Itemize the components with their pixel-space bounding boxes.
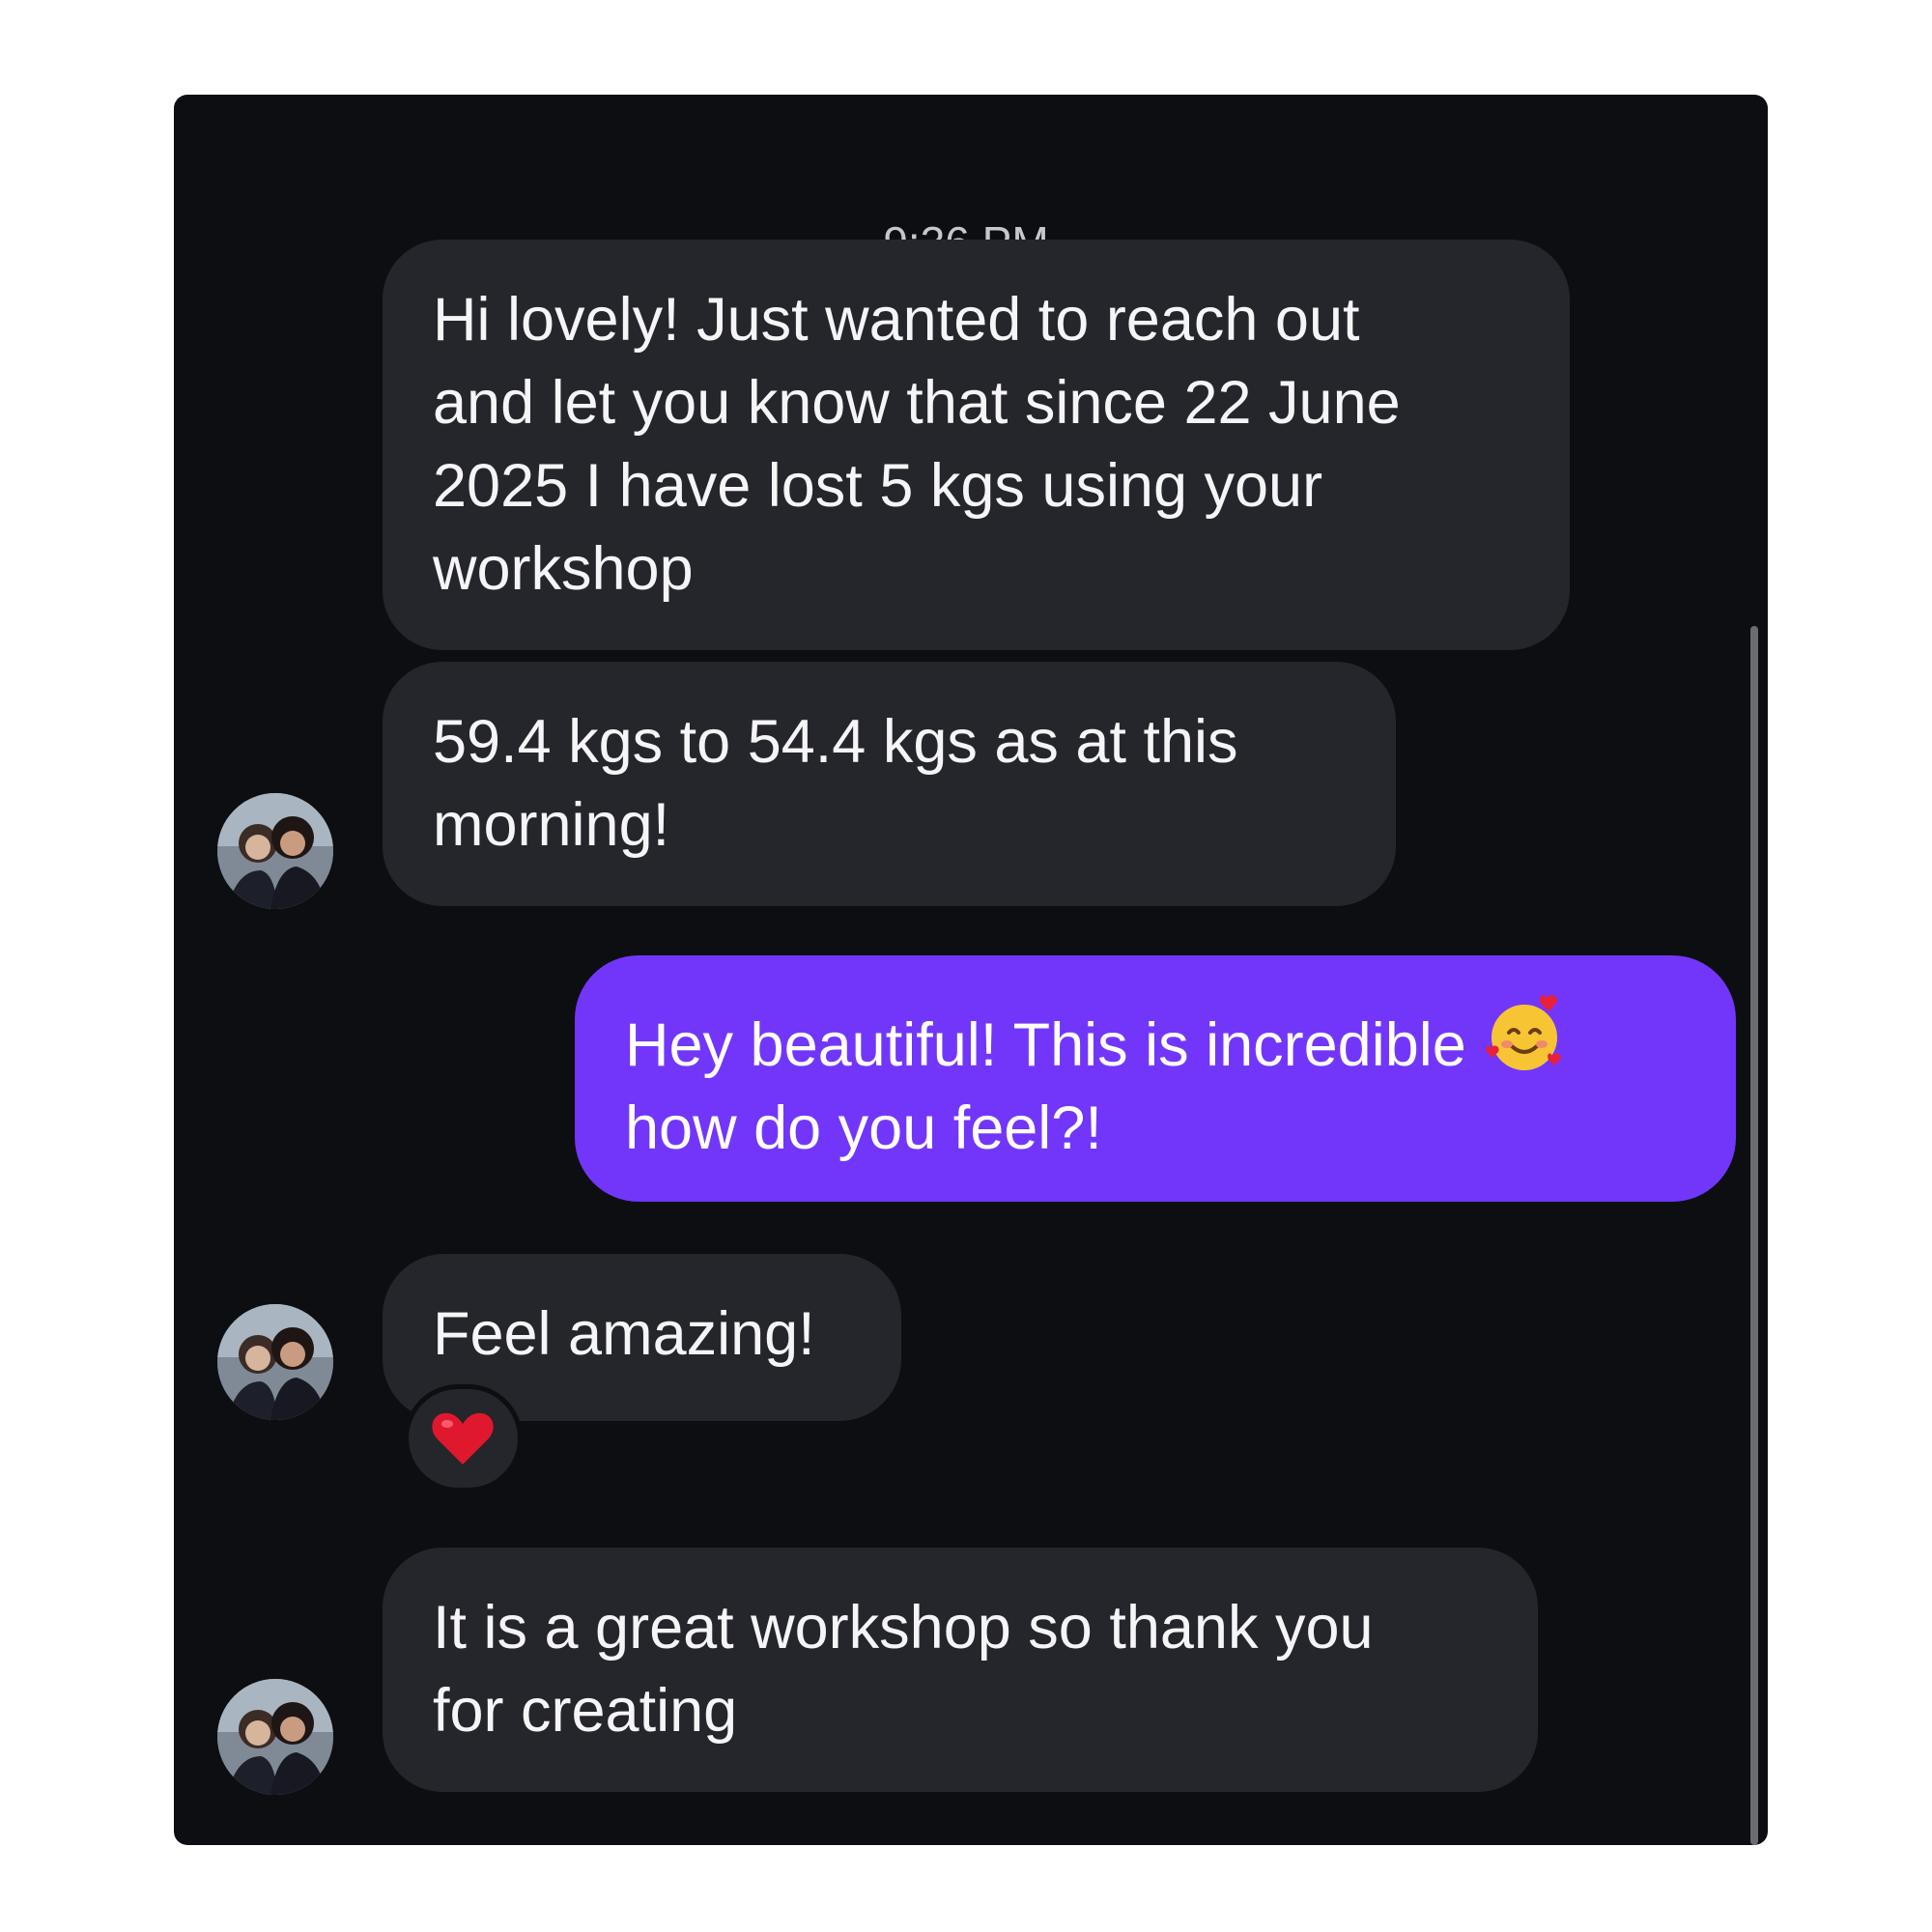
message-line: morning! [433, 791, 670, 859]
scrollbar[interactable] [1750, 626, 1758, 1845]
message-bubble-outgoing[interactable]: Hey beautiful! This is incredible how do… [575, 955, 1736, 1202]
message-line: Hi lovely! Just wanted to reach out [433, 286, 1360, 354]
message-line-text: Hey beautiful! This is incredible [625, 1011, 1466, 1079]
message-line: Feel amazing! [433, 1300, 815, 1368]
contact-avatar[interactable] [217, 1679, 333, 1795]
message-bubble-incoming[interactable]: 59.4 kgs to 54.4 kgs as at this morning! [383, 662, 1396, 906]
avatar-photo [217, 1304, 333, 1420]
message-bubble-incoming[interactable]: It is a great workshop so thank you for … [383, 1548, 1538, 1792]
message-reaction[interactable] [404, 1384, 523, 1492]
message-line: 59.4 kgs to 54.4 kgs as at this [433, 708, 1238, 776]
message-line: for creating [433, 1677, 738, 1745]
contact-avatar[interactable] [217, 793, 333, 909]
message-line: Hey beautiful! This is incredible [625, 994, 1686, 1087]
avatar-photo [217, 1679, 333, 1795]
message-line: workshop [433, 535, 694, 603]
message-line: 2025 I have lost 5 kgs using your [433, 452, 1323, 520]
message-bubble-incoming[interactable]: Hi lovely! Just wanted to reach out and … [383, 240, 1570, 650]
red-heart-icon [432, 1412, 494, 1464]
chat-screen: 9:36 PM Hi lovely! Just wanted to reach … [174, 95, 1768, 1845]
message-line: and let you know that since 22 June [433, 369, 1401, 437]
message-line: It is a great workshop so thank you [433, 1594, 1374, 1662]
message-line: how do you feel?! [625, 1094, 1102, 1162]
avatar-photo [217, 793, 333, 909]
contact-avatar[interactable] [217, 1304, 333, 1420]
smiling-face-with-hearts-icon [1486, 995, 1561, 1070]
